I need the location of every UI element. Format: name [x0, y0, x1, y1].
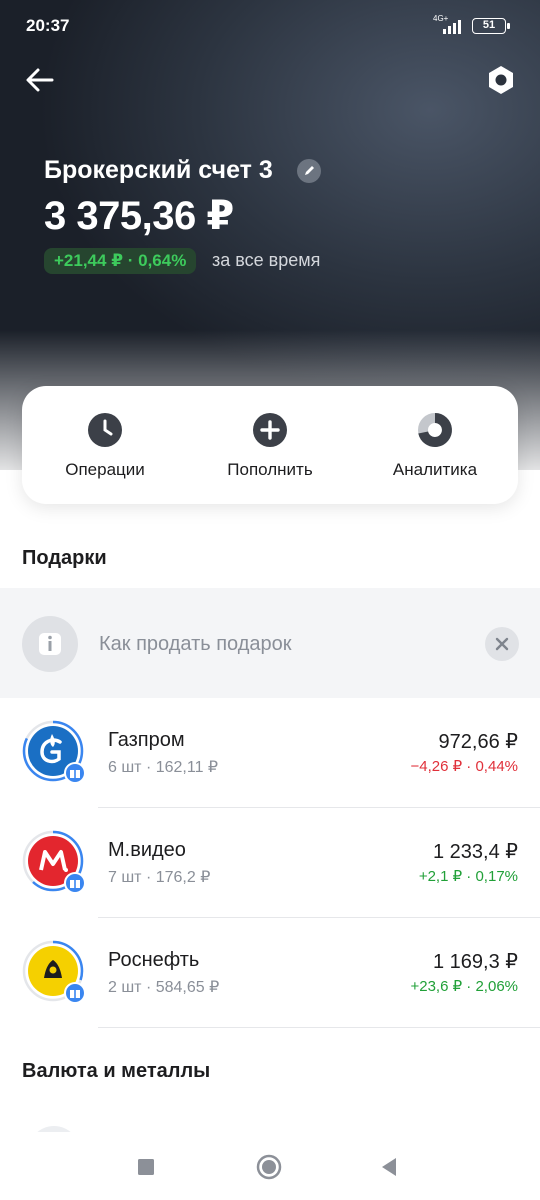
asset-logo — [22, 940, 84, 1002]
gifts-section-title: Подарки — [22, 547, 107, 569]
info-icon — [22, 616, 78, 672]
asset-row[interactable]: Газпром 6 шт · 162,11 ₽ 972,66 ₽ −4,26 ₽… — [0, 698, 540, 808]
operations-button[interactable]: Операции — [30, 386, 180, 504]
settings-gear-icon[interactable] — [484, 63, 518, 97]
asset-price: 1 169,3 ₽ — [432, 951, 518, 973]
top-up-label: Пополнить — [227, 460, 313, 479]
hint-text: Как продать подарок — [99, 633, 292, 655]
asset-name: М.видео — [108, 839, 186, 861]
pencil-icon — [305, 166, 314, 175]
close-icon — [495, 637, 509, 651]
asset-change: +2,1 ₽ · 0,17% — [418, 868, 518, 885]
asset-logo — [22, 830, 84, 892]
operations-label: Операции — [65, 460, 145, 479]
row-divider — [98, 1027, 540, 1028]
recent-apps-icon[interactable] — [131, 1152, 161, 1182]
top-up-button[interactable]: Пополнить — [195, 386, 345, 504]
asset-logo — [22, 720, 84, 782]
profit-period-label[interactable]: за все время — [212, 250, 320, 271]
close-hint-button[interactable] — [485, 627, 519, 661]
profit-badge: +21,44 ₽ · 0,64% — [44, 248, 197, 274]
status-time: 20:37 — [26, 16, 70, 35]
asset-row[interactable]: Роснефть 2 шт · 584,65 ₽ 1 169,3 ₽ +23,6… — [0, 918, 540, 1028]
asset-quantity: 2 шт · 584,65 ₽ — [108, 979, 220, 996]
back-triangle-icon[interactable] — [374, 1152, 404, 1182]
quick-actions-card: Операции Пополнить Аналитика — [22, 386, 518, 504]
asset-row[interactable]: М.видео 7 шт · 176,2 ₽ 1 233,4 ₽ +2,1 ₽ … — [0, 808, 540, 918]
status-bar: 20:37 4G+ 51 — [0, 0, 540, 52]
home-icon[interactable] — [254, 1152, 284, 1182]
currency-section-title: Валюта и металлы — [22, 1060, 211, 1082]
asset-name: Газпром — [108, 729, 185, 751]
asset-quantity: 6 шт · 162,11 ₽ — [108, 759, 219, 776]
back-arrow-icon[interactable] — [22, 62, 58, 98]
battery-icon: 51 — [472, 18, 510, 34]
asset-price: 1 233,4 ₽ — [432, 841, 518, 863]
edit-name-button[interactable] — [297, 159, 321, 183]
account-title: Брокерский счет 3 — [44, 156, 273, 184]
asset-quantity: 7 шт · 176,2 ₽ — [108, 869, 211, 886]
asset-price: 972,66 ₽ — [438, 731, 518, 753]
plus-circle-icon — [253, 413, 287, 447]
system-navigation-bar — [0, 1132, 540, 1200]
asset-change: −4,26 ₽ · 0,44% — [410, 758, 518, 775]
donut-chart-icon — [418, 413, 452, 447]
asset-name: Роснефть — [108, 949, 200, 971]
asset-change: +23,6 ₽ · 2,06% — [410, 978, 518, 995]
account-balance: 3 375,36 ₽ — [44, 194, 234, 238]
analytics-button[interactable]: Аналитика — [360, 386, 510, 504]
analytics-label: Аналитика — [392, 460, 478, 479]
how-to-sell-gift-banner[interactable]: Как продать подарок — [0, 588, 540, 698]
signal-icon — [443, 20, 461, 34]
clock-icon — [88, 413, 122, 447]
